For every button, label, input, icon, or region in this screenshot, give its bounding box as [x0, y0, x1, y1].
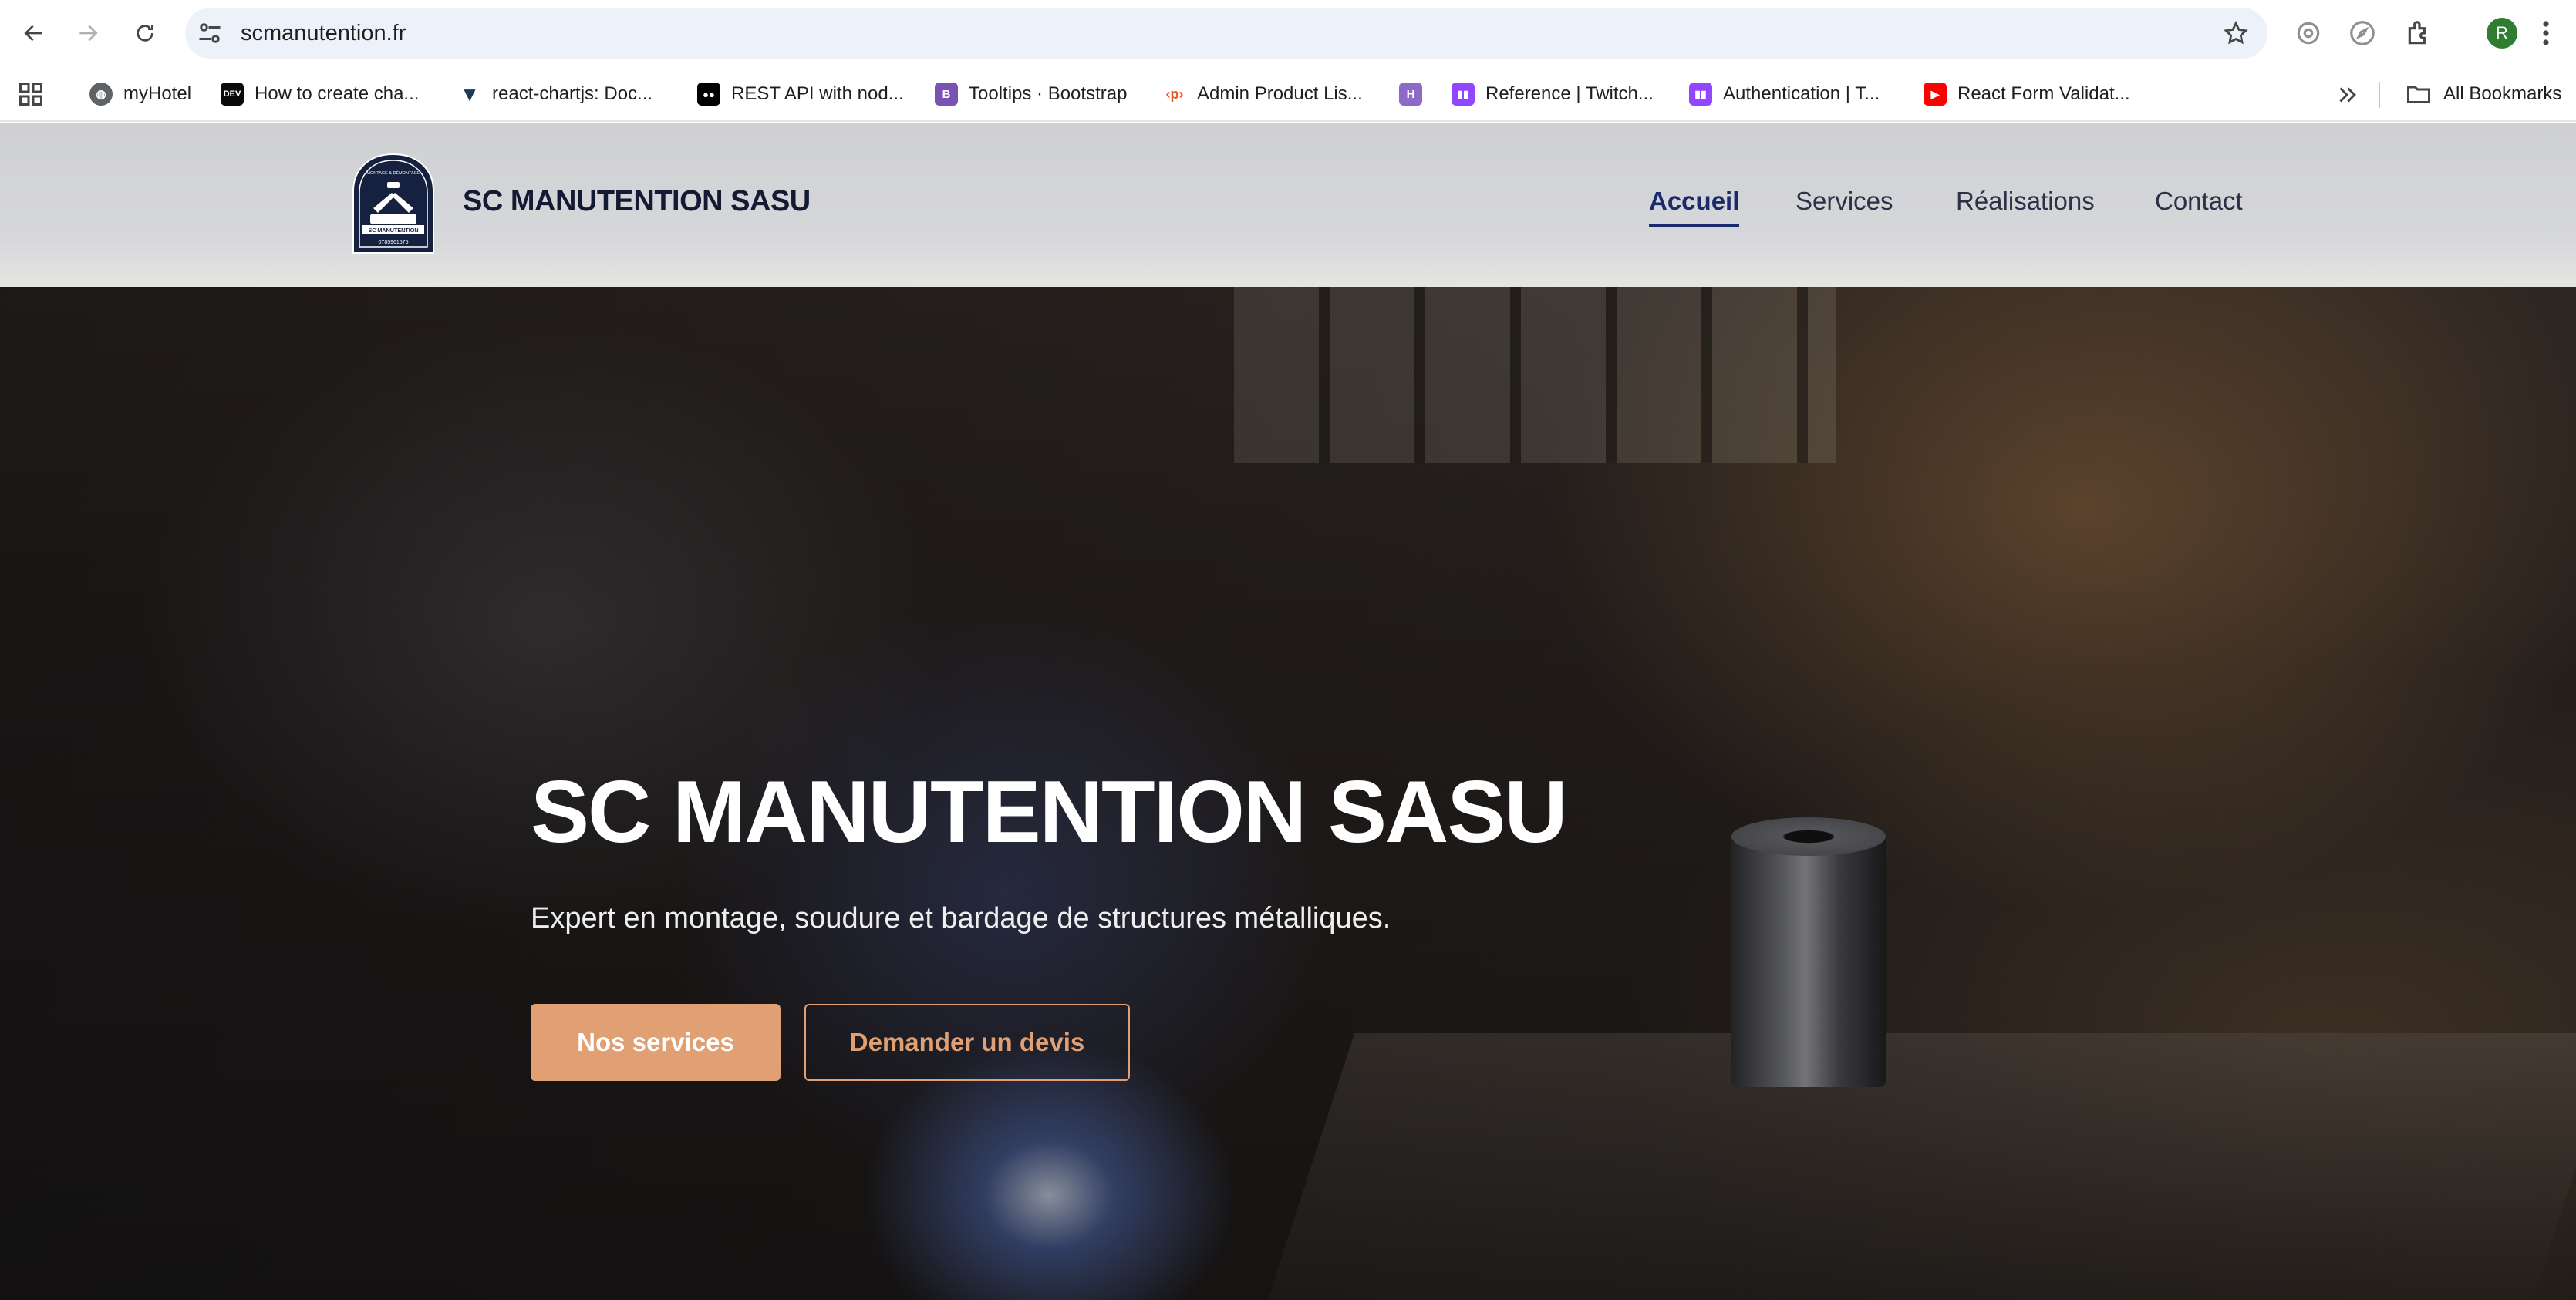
services-button[interactable]: Nos services: [531, 1004, 781, 1081]
request-quote-button[interactable]: Demander un devis: [804, 1004, 1130, 1081]
logo-top-text: MONTAGE & DÉMONTAGE: [366, 170, 420, 176]
folder-icon: [2407, 86, 2430, 103]
bookmarks-divider: [2379, 82, 2380, 108]
site-header: SC MANUTENTION 0785961575 MONTAGE & DÉMO…: [0, 123, 2576, 287]
bootstrap-icon: B: [935, 83, 958, 106]
logo-name: SC MANUTENTION: [368, 227, 418, 234]
bookmark-item[interactable]: ▶ React Form Validat...: [1924, 76, 2130, 113]
apps-grid-icon[interactable]: [17, 80, 45, 108]
profile-avatar[interactable]: R: [2487, 18, 2517, 49]
company-logo[interactable]: SC MANUTENTION 0785961575 MONTAGE & DÉMO…: [347, 151, 440, 259]
reload-icon: [137, 25, 153, 42]
forward-button[interactable]: [71, 16, 105, 50]
logo-phone: 0785961575: [379, 240, 409, 245]
twitch-icon: ▮▮: [1452, 83, 1475, 106]
more-vert-icon[interactable]: [2542, 19, 2550, 47]
globe-icon: ◍: [89, 83, 113, 106]
url-text[interactable]: scmanutention.fr: [241, 8, 406, 59]
hero-overlay: [0, 123, 2576, 1300]
bookmark-item[interactable]: ◍ myHotel: [89, 76, 191, 113]
all-bookmarks-button[interactable]: All Bookmarks: [2405, 76, 2561, 113]
address-bar[interactable]: scmanutention.fr: [185, 8, 2267, 59]
dev-icon: DEV: [221, 83, 244, 106]
bookmark-item[interactable]: ‹p› Admin Product Lis...: [1163, 76, 1363, 113]
arrow-right-icon: [79, 25, 98, 42]
bookmark-item[interactable]: B Tooltips · Bootstrap: [935, 76, 1127, 113]
vuetify-icon: ▼: [460, 82, 480, 106]
bookmarks-bar: ◍ myHotel DEV How to create cha... ▼ rea…: [0, 66, 2576, 122]
bookmark-item[interactable]: H: [1399, 76, 1433, 113]
tag-icon: ‹p›: [1165, 86, 1184, 102]
website-viewport: SC MANUTENTION 0785961575 MONTAGE & DÉMO…: [0, 123, 2576, 1300]
medium-icon: ●●: [697, 83, 720, 106]
hero-subtitle: Expert en montage, soudure et bardage de…: [531, 902, 1391, 935]
reload-button[interactable]: [128, 16, 162, 50]
chevron-double-right-icon[interactable]: [2334, 82, 2360, 108]
arrow-left-icon: [24, 25, 42, 42]
nav-link-contact[interactable]: Contact: [2155, 187, 2243, 216]
back-button[interactable]: [17, 16, 51, 50]
extension-icon[interactable]: [2294, 19, 2323, 48]
bookmark-item[interactable]: ▼ react-chartjs: Doc...: [458, 76, 652, 113]
site-settings-icon[interactable]: [196, 19, 224, 47]
brand-name[interactable]: SC MANUTENTION SASU: [463, 185, 811, 218]
youtube-icon: ▶: [1924, 83, 1947, 106]
extensions-puzzle-icon[interactable]: [2405, 19, 2434, 48]
hero-background: [0, 123, 2576, 1300]
nav-link-realisations[interactable]: Réalisations: [1956, 187, 2095, 216]
bookmark-item[interactable]: ▮▮ Authentication | T...: [1689, 76, 1880, 113]
nav-link-services[interactable]: Services: [1795, 187, 1893, 216]
browser-toolbar: scmanutention.fr R: [0, 0, 2576, 66]
bookmark-item[interactable]: ●● REST API with nod...: [697, 76, 904, 113]
nav-link-accueil[interactable]: Accueil: [1649, 187, 1740, 227]
hero-title: SC MANUTENTION SASU: [531, 763, 1568, 861]
h-icon: H: [1399, 83, 1422, 106]
compass-icon[interactable]: [2348, 19, 2377, 48]
twitch-icon: ▮▮: [1689, 83, 1712, 106]
star-icon[interactable]: [2223, 20, 2249, 46]
bookmark-item[interactable]: ▮▮ Reference | Twitch...: [1452, 76, 1654, 113]
bookmark-item[interactable]: DEV How to create cha...: [221, 76, 419, 113]
